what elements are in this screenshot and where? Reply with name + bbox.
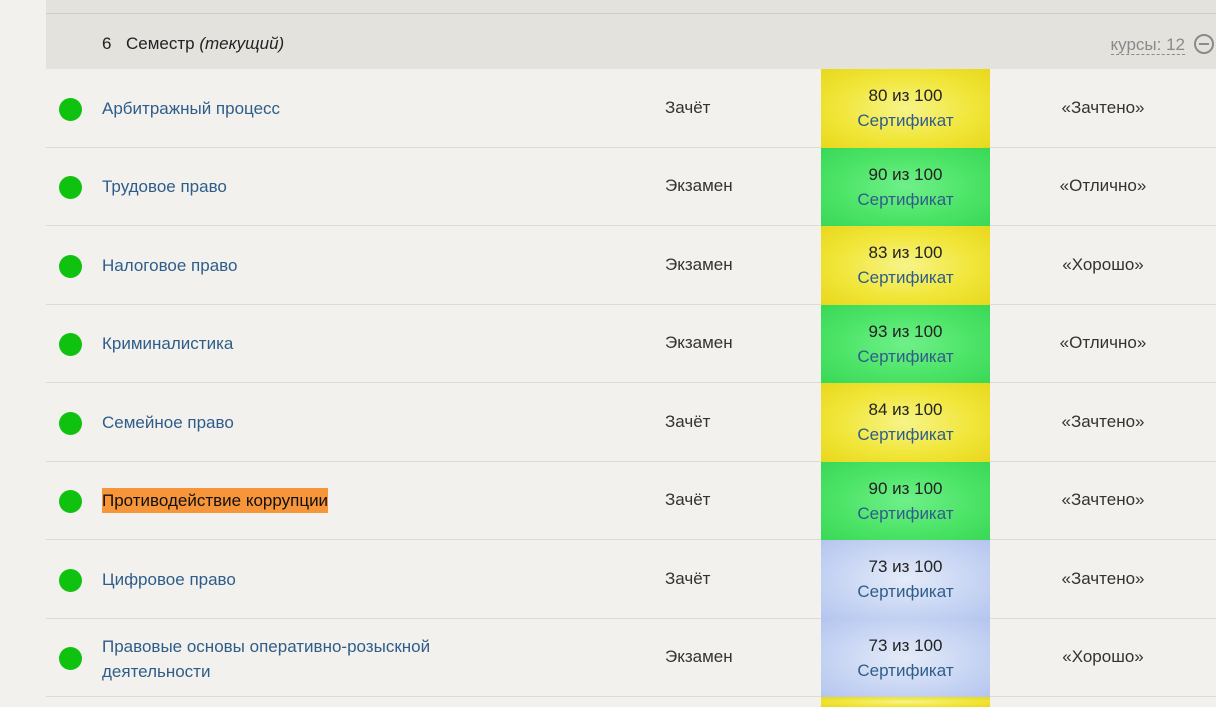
previous-section-strip xyxy=(46,0,1216,14)
control-type: Экзамен xyxy=(665,176,733,195)
score-value: 84 из 100 xyxy=(868,400,943,419)
grade-value: «Отлично» xyxy=(1059,333,1147,352)
certificate-link[interactable]: Сертификат xyxy=(821,581,990,603)
grade-value: «Зачтено» xyxy=(1061,412,1145,431)
course-row: Налоговое право Экзамен 83 из 100 Сертифика… xyxy=(46,226,1216,305)
certificate-link[interactable]: Сертификат xyxy=(821,267,990,289)
course-name-link[interactable]: Семейное право xyxy=(102,410,234,435)
course-list: Арбитражный процесс Зачёт 80 из 100 Сертифи… xyxy=(46,69,1216,707)
score-value: 73 из 100 xyxy=(868,557,943,576)
certificate-link[interactable]: Сертификат xyxy=(821,660,990,682)
score-cell: 80 из 100 Сертификат xyxy=(821,69,990,148)
grade-value: «Зачтено» xyxy=(1061,569,1145,588)
score-value: 83 из 100 xyxy=(868,243,943,262)
score-cell: 84 из 100 Сертификат xyxy=(821,383,990,462)
course-row: Семейное право Зачёт 84 из 100 Сертификат «З… xyxy=(46,383,1216,462)
course-row: Криминалистика Экзамен 93 из 100 Сертификат… xyxy=(46,305,1216,383)
course-row: Противодействие коррупции Зачёт 90 из 100 С… xyxy=(46,462,1216,540)
control-type: Экзамен xyxy=(665,647,733,666)
score-value: 93 из 100 xyxy=(868,322,943,341)
score-value: 73 из 100 xyxy=(868,636,943,655)
control-type: Экзамен xyxy=(665,333,733,352)
course-row: Цифровое право Зачёт 73 из 100 Сертификат «З… xyxy=(46,540,1216,619)
score-cell xyxy=(821,697,990,707)
control-type: Зачёт xyxy=(665,490,711,509)
course-row: Трудовое право Экзамен 90 из 100 Сертификат… xyxy=(46,148,1216,226)
control-type: Зачёт xyxy=(665,412,711,431)
course-row-partial xyxy=(46,697,1216,707)
semester-title: Семестр (текущий) xyxy=(126,34,284,54)
course-row: Правовые основы оперативно-розыскной дея… xyxy=(46,619,1216,697)
grade-value: «Зачтено» xyxy=(1061,490,1145,509)
status-dot-icon xyxy=(59,569,82,592)
semester-header: 6 Семестр (текущий) курсы: 12 xyxy=(46,14,1216,69)
score-value: 80 из 100 xyxy=(868,86,943,105)
course-name-link[interactable]: Криминалистика xyxy=(102,331,233,356)
certificate-link[interactable]: Сертификат xyxy=(821,424,990,446)
certificate-link[interactable]: Сертификат xyxy=(821,503,990,525)
grade-value: «Хорошо» xyxy=(1062,255,1144,274)
certificate-link[interactable]: Сертификат xyxy=(821,189,990,211)
course-row: Арбитражный процесс Зачёт 80 из 100 Сертифи… xyxy=(46,69,1216,148)
certificate-link[interactable]: Сертификат xyxy=(821,110,990,132)
score-value: 90 из 100 xyxy=(868,165,943,184)
certificate-link[interactable]: Сертификат xyxy=(821,346,990,368)
course-name-link[interactable]: Налоговое право xyxy=(102,253,237,278)
courses-count-toggle[interactable]: курсы: 12 xyxy=(1110,36,1185,55)
control-type: Зачёт xyxy=(665,569,711,588)
grade-value: «Отлично» xyxy=(1059,176,1147,195)
score-cell: 83 из 100 Сертификат xyxy=(821,226,990,305)
score-cell: 90 из 100 Сертификат xyxy=(821,462,990,540)
status-dot-icon xyxy=(59,647,82,670)
course-name-link[interactable]: Цифровое право xyxy=(102,567,236,592)
course-name-link[interactable]: Арбитражный процесс xyxy=(102,96,280,121)
score-cell: 73 из 100 Сертификат xyxy=(821,619,990,697)
semester-current-label: (текущий) xyxy=(199,34,285,53)
score-cell: 90 из 100 Сертификат xyxy=(821,148,990,226)
grade-value: «Зачтено» xyxy=(1061,98,1145,117)
course-name-link[interactable]: Правовые основы оперативно-розыскной дея… xyxy=(102,634,502,684)
score-cell: 93 из 100 Сертификат xyxy=(821,305,990,383)
semester-number: 6 xyxy=(102,34,112,53)
status-dot-icon xyxy=(59,255,82,278)
status-dot-icon xyxy=(59,176,82,199)
score-cell: 73 из 100 Сертификат xyxy=(821,540,990,619)
status-dot-icon xyxy=(59,98,82,121)
status-dot-icon xyxy=(59,333,82,356)
course-name-link[interactable]: Противодействие коррупции xyxy=(102,488,329,513)
grade-value: «Хорошо» xyxy=(1062,647,1144,666)
semester-title-text: Семестр xyxy=(126,34,195,53)
score-value: 90 из 100 xyxy=(868,479,943,498)
status-dot-icon xyxy=(59,490,82,513)
collapse-minus-icon[interactable] xyxy=(1194,34,1214,54)
control-type: Экзамен xyxy=(665,255,733,274)
course-name-link[interactable]: Трудовое право xyxy=(102,174,227,199)
status-dot-icon xyxy=(59,412,82,435)
semester-panel: 6 Семестр (текущий) курсы: 12 Арбитражны… xyxy=(46,0,1216,707)
control-type: Зачёт xyxy=(665,98,711,117)
